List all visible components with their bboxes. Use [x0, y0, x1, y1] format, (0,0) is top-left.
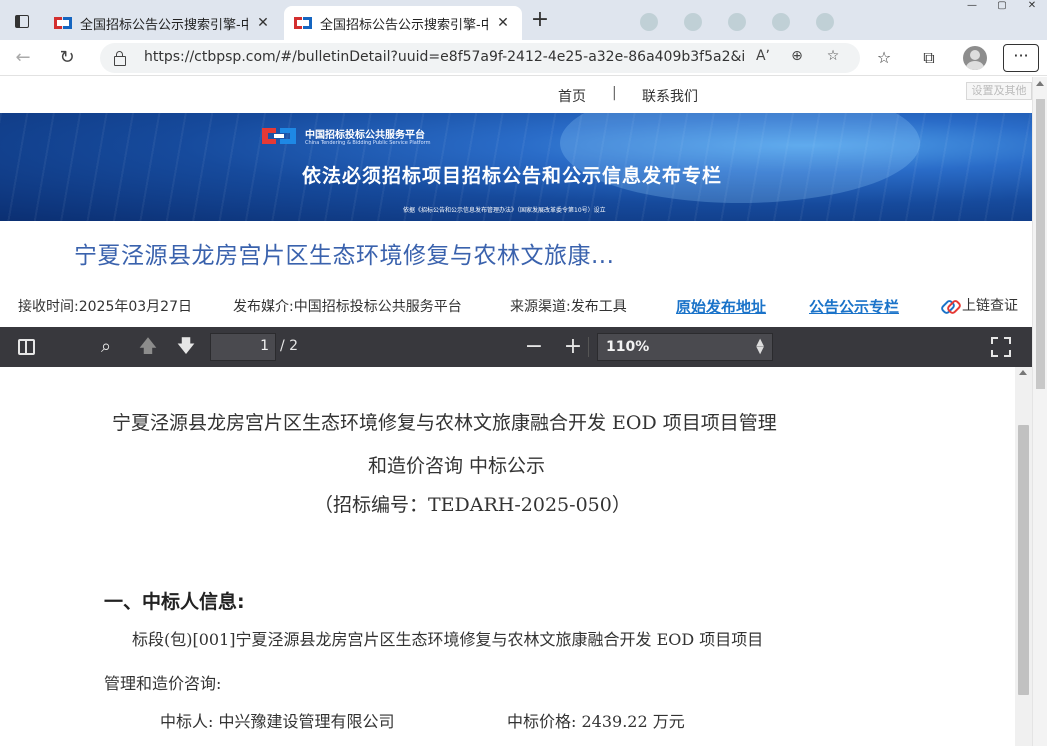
close-tab-icon[interactable]: ✕ [254, 15, 272, 31]
toolbar-separator [588, 337, 589, 357]
next-page-icon[interactable]: 🡇 [174, 335, 198, 359]
zoom-select[interactable]: 110% ▲ ▼ [597, 333, 773, 361]
banner-title: 依法必须招标项目招标公告和公示信息发布专栏 [302, 165, 723, 187]
chain-link-icon [940, 296, 958, 314]
tab-actions-icon [15, 14, 29, 28]
site-favicon-icon [54, 17, 72, 29]
pdf-section-heading: 一、中标人信息: [104, 591, 245, 613]
sidebar-toggle-button[interactable] [14, 335, 38, 359]
chevron-updown-icon: ▲ ▼ [756, 337, 764, 356]
bulletin-title: 宁夏泾源县龙房宫片区生态环境修复与农林文旅康... [74, 243, 615, 269]
platform-logo-icon [262, 128, 296, 144]
original-link[interactable]: 原始发布地址 [676, 296, 766, 317]
close-window-icon[interactable]: ✕ [1017, 0, 1047, 14]
url-bar[interactable]: https://ctbpsp.com/#/bulletinDetail?uuid… [100, 43, 860, 73]
pdf-scrollbar[interactable] [1015, 367, 1032, 746]
minimize-icon[interactable]: — [957, 0, 987, 14]
close-tab-icon[interactable]: ✕ [494, 15, 512, 31]
pdf-scrollbar-thumb[interactable] [1018, 425, 1029, 695]
scroll-up-icon[interactable] [1019, 370, 1027, 375]
sidebar-icon [17, 339, 35, 355]
publish-media: 发布媒介:中国招标投标公共服务平台 [233, 299, 462, 315]
previous-page-icon[interactable]: 🡅 [136, 335, 160, 359]
pdf-winner: 中标人: 中兴豫建设管理有限公司 [160, 712, 395, 731]
site-top-nav: 首页 | 联系我们 [0, 77, 1032, 113]
zoom-value: 110% [606, 339, 650, 355]
zoom-icon[interactable]: ⊕ [786, 48, 808, 68]
collections-icon[interactable]: ⧉ [916, 45, 942, 71]
settings-tooltip: 设置及其他 [966, 82, 1032, 100]
site-favicon-icon [294, 17, 312, 29]
window-controls: — ▢ ✕ [957, 0, 1047, 14]
tab-actions-button[interactable] [8, 8, 36, 34]
back-arrow-icon[interactable]: ← [10, 46, 36, 70]
nav-separator: | [612, 85, 617, 101]
maximize-icon[interactable]: ▢ [987, 0, 1017, 14]
read-aloud-icon[interactable]: Aʼ [752, 48, 774, 68]
lock-icon [114, 51, 126, 66]
received-time: 接收时间:2025年03月27日 [18, 299, 192, 315]
nav-contact-link[interactable]: 联系我们 [642, 86, 698, 106]
tab-1[interactable]: 全国招标公告公示搜索引擎-中国 ✕ [44, 6, 282, 40]
add-favorite-icon[interactable]: ☆ [822, 48, 844, 68]
banner-note: 依据《招标公告和公示信息发布管理办法》（国家发展改革委令第10号）设立 [403, 207, 606, 214]
pdf-lot-line2: 管理和造价咨询: [104, 674, 222, 693]
page-count: / 2 [280, 338, 299, 354]
source-channel: 来源渠道:发布工具 [510, 299, 627, 315]
tab-2-title: 全国招标公告公示搜索引擎-中国 [320, 17, 488, 33]
pdf-title-line1: 宁夏泾源县龙房宫片区生态环境修复与农林文旅康融合开发 EOD 项目项目管理 [112, 412, 777, 434]
profile-avatar[interactable] [963, 46, 987, 70]
search-icon[interactable]: ⌕ [94, 335, 118, 359]
chain-verify-label: 上链查证 [962, 298, 1018, 314]
banner-org-name-en: China Tendering & Bidding Public Service… [305, 140, 431, 146]
zoom-out-button[interactable]: − [522, 335, 546, 359]
tab-1-title: 全国招标公告公示搜索引擎-中国 [80, 17, 248, 33]
pdf-lot-line1: 标段(包)[001]宁夏泾源县龙房宫片区生态环境修复与农林文旅康融合开发 EOD… [132, 630, 764, 649]
pdf-title-line2: 和造价咨询 中标公示 [368, 455, 546, 477]
fullscreen-icon[interactable] [991, 337, 1011, 357]
blurred-extension-icons [640, 12, 970, 32]
browser-tab-bar: 全国招标公告公示搜索引擎-中国 ✕ 全国招标公告公示搜索引擎-中国 ✕ + — … [0, 0, 1047, 40]
chain-verify-link[interactable]: 上链查证 [940, 295, 1018, 315]
new-tab-button[interactable]: + [526, 8, 554, 34]
scroll-up-icon[interactable] [1036, 81, 1044, 86]
zoom-in-button[interactable]: + [561, 335, 585, 359]
page-scrollbar[interactable] [1032, 77, 1047, 746]
pdf-price: 中标价格: 2439.22 万元 [507, 712, 685, 731]
nav-home-link[interactable]: 首页 [558, 86, 586, 106]
url-text[interactable]: https://ctbpsp.com/#/bulletinDetail?uuid… [144, 49, 744, 65]
column-link[interactable]: 公告公示专栏 [809, 296, 899, 317]
pdf-document-page: 宁夏泾源县龙房宫片区生态环境修复与农林文旅康融合开发 EOD 项目项目管理 和造… [0, 367, 1032, 746]
site-banner: 中国招标投标公共服务平台 China Tendering & Bidding P… [0, 113, 1032, 221]
pdf-bid-number: （招标编号：TEDARH-2025-050） [314, 494, 631, 516]
page-number-input[interactable]: 1 [210, 333, 276, 361]
pdf-toolbar: ⌕ 🡅 🡇 1 / 2 − + 110% ▲ ▼ [0, 327, 1032, 367]
page-scrollbar-thumb[interactable] [1036, 99, 1045, 389]
banner-org-name: 中国招标投标公共服务平台 [305, 130, 425, 141]
favorites-icon[interactable]: ☆ [871, 45, 897, 71]
refresh-icon[interactable]: ↻ [54, 46, 80, 70]
tab-2-active[interactable]: 全国招标公告公示搜索引擎-中国 ✕ [284, 6, 522, 40]
settings-more-button[interactable]: ··· [1003, 44, 1039, 72]
